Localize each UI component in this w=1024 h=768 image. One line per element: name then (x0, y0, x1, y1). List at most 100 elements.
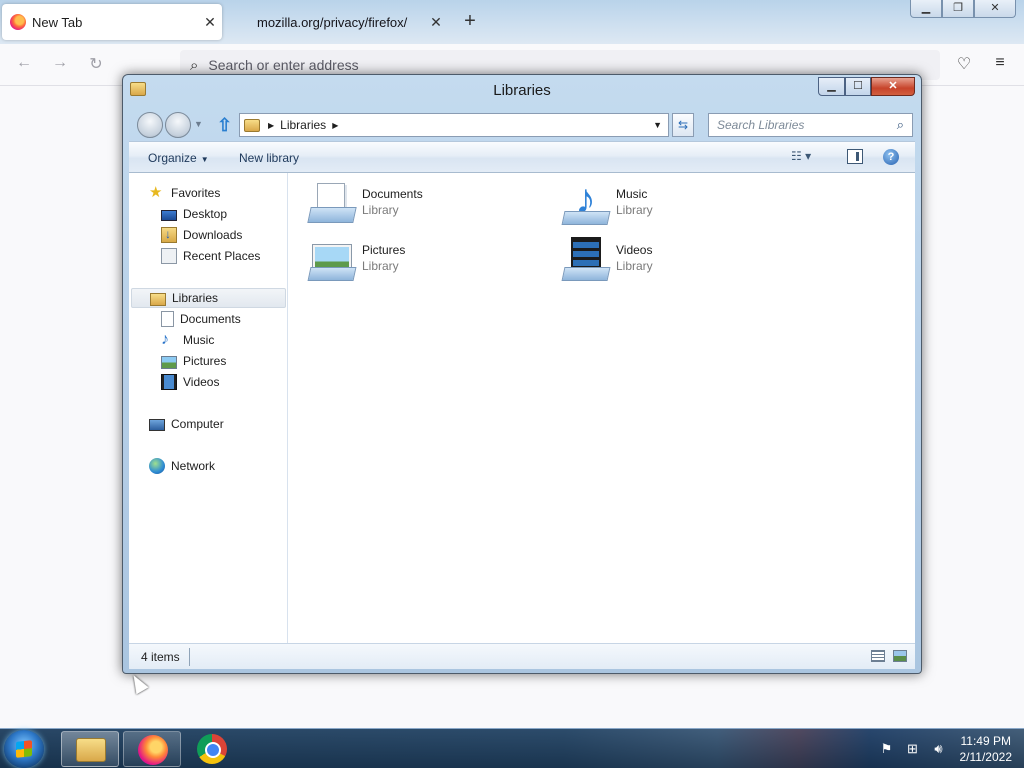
nav-videos[interactable]: Videos (161, 372, 219, 392)
breadcrumb-libraries[interactable]: Libraries (280, 118, 326, 132)
clock[interactable]: 11:49 PM 2/11/2022 (960, 733, 1013, 765)
nav-label: Videos (183, 375, 220, 389)
close-button[interactable]: ✕ (974, 0, 1016, 18)
recent-pages-chevron-down-icon[interactable]: ▼ (194, 119, 203, 129)
nav-libraries[interactable]: Libraries (131, 288, 286, 308)
tab-close-icon[interactable]: ✕ (424, 14, 448, 31)
nav-documents[interactable]: Documents (161, 309, 241, 329)
taskbar: ⚑ ⊞ 🔊︎ 11:49 PM 2/11/2022 (0, 728, 1024, 768)
explorer-window-controls: ▁ ☐ ✕ (818, 77, 915, 96)
search-placeholder: Search Libraries (717, 118, 805, 132)
reload-icon[interactable]: ↻ (84, 54, 108, 76)
hamburger-menu-icon[interactable]: ≡ (988, 54, 1012, 76)
library-item-music[interactable]: Music Library (561, 175, 801, 231)
maximize-button[interactable]: ☐ (845, 77, 871, 96)
change-view-icon[interactable]: ☷ ▾ (791, 149, 811, 163)
library-name: Music (616, 187, 648, 201)
url-placeholder: Search or enter address (208, 57, 359, 73)
search-input[interactable]: Search Libraries ⌕ (708, 113, 913, 137)
nav-computer[interactable]: Computer (149, 414, 224, 434)
forward-arrow-icon[interactable]: → (48, 54, 72, 76)
status-divider (189, 648, 190, 666)
start-button[interactable] (4, 730, 44, 768)
library-item-videos[interactable]: Videos Library (561, 235, 801, 287)
breadcrumb-separator-icon[interactable]: ▶ (268, 121, 274, 130)
search-icon[interactable]: ⌕ (897, 117, 904, 133)
computer-icon (149, 419, 165, 431)
search-icon: ⌕ (190, 56, 199, 74)
tab-title: mozilla.org/privacy/firefox/ (257, 14, 408, 30)
nav-label: Desktop (183, 207, 228, 221)
pocket-icon[interactable]: ♡ (952, 54, 976, 76)
explorer-title-bar[interactable]: Libraries ▁ ☐ ✕ (123, 75, 921, 105)
nav-label: Downloads (183, 228, 243, 242)
back-arrow-icon[interactable]: ← (12, 54, 36, 76)
address-history-chevron-down-icon[interactable]: ▼ (653, 120, 662, 130)
libraries-icon (150, 292, 166, 306)
up-arrow-icon[interactable]: ⇧ (217, 115, 232, 136)
forward-button[interactable] (165, 112, 191, 138)
firefox-window-controls: ▁ ❐ ✕ (910, 0, 1016, 18)
refresh-button[interactable]: ⇆ (672, 113, 694, 137)
clock-date: 2/11/2022 (959, 750, 1013, 764)
music-library-icon (561, 175, 609, 229)
nav-label: Pictures (183, 354, 227, 368)
folder-icon (76, 738, 106, 762)
organize-label: Organize (148, 151, 197, 165)
tab-mozilla-privacy[interactable]: mozilla.org/privacy/firefox/ ✕ (228, 4, 448, 40)
downloads-icon (161, 227, 177, 243)
taskbar-explorer-button[interactable] (61, 731, 119, 767)
tab-title: New Tab (32, 14, 83, 30)
videos-library-icon (561, 237, 609, 285)
action-center-flag-icon[interactable]: ⚑ (878, 740, 896, 758)
nav-pictures[interactable]: Pictures (161, 351, 226, 371)
address-bar[interactable]: ▶ Libraries ▶ ▼ (239, 113, 669, 137)
taskbar-chrome-button[interactable] (183, 731, 241, 767)
chevron-down-icon: ▼ (200, 155, 209, 164)
minimize-button[interactable]: ▁ (910, 0, 942, 18)
system-tray: ⚑ ⊞ 🔊︎ 11:49 PM 2/11/2022 (874, 729, 1024, 768)
nav-favorites[interactable]: ★ Favorites (149, 183, 220, 203)
breadcrumb-separator-icon[interactable]: ▶ (332, 121, 338, 130)
command-bar: Organize ▼ New library ☷ ▾ ? (129, 141, 915, 173)
nav-network[interactable]: Network (149, 456, 215, 476)
new-tab-button[interactable]: + (458, 10, 482, 34)
library-type: Library (616, 203, 653, 217)
nav-downloads[interactable]: Downloads (161, 225, 242, 245)
details-view-icon[interactable] (871, 650, 885, 662)
close-button[interactable]: ✕ (871, 77, 915, 96)
library-type: Library (362, 203, 399, 217)
library-name: Documents (362, 187, 423, 201)
taskbar-firefox-button[interactable] (123, 731, 181, 767)
videos-icon (161, 374, 177, 390)
explorer-body: ★ Favorites Desktop Downloads Recent Pla… (129, 173, 915, 643)
volume-icon[interactable]: 🔊︎ (930, 740, 948, 758)
tab-close-icon[interactable]: ✕ (198, 14, 222, 31)
library-item-documents[interactable]: Documents Library (307, 179, 547, 231)
new-library-button[interactable]: New library (239, 151, 299, 165)
firefox-tab-strip: New Tab ✕ mozilla.org/privacy/firefox/ ✕… (0, 0, 1024, 44)
minimize-button[interactable]: ▁ (818, 77, 845, 96)
firefox-favicon-icon (10, 14, 26, 30)
nav-label: Libraries (172, 291, 219, 305)
documents-library-icon (307, 181, 355, 229)
libraries-folder-icon (244, 118, 260, 132)
music-note-icon: ♪ (161, 331, 169, 348)
large-icons-view-icon[interactable] (893, 650, 907, 662)
pictures-library-icon (307, 237, 355, 285)
nav-label: Favorites (171, 186, 221, 200)
help-icon[interactable]: ? (883, 149, 899, 165)
restore-button[interactable]: ❐ (942, 0, 974, 18)
tab-new-tab[interactable]: New Tab ✕ (2, 4, 222, 40)
nav-recent-places[interactable]: Recent Places (161, 246, 260, 266)
chrome-icon (197, 734, 227, 764)
network-status-icon[interactable]: ⊞ (904, 740, 922, 758)
window-title: Libraries (493, 82, 551, 99)
back-button[interactable] (137, 112, 163, 138)
nav-desktop[interactable]: Desktop (161, 204, 227, 224)
library-item-pictures[interactable]: Pictures Library (307, 235, 547, 287)
nav-music[interactable]: ♪ Music (161, 330, 214, 350)
library-type: Library (616, 259, 653, 273)
organize-button[interactable]: Organize ▼ (148, 151, 209, 165)
preview-pane-icon[interactable] (847, 149, 863, 164)
